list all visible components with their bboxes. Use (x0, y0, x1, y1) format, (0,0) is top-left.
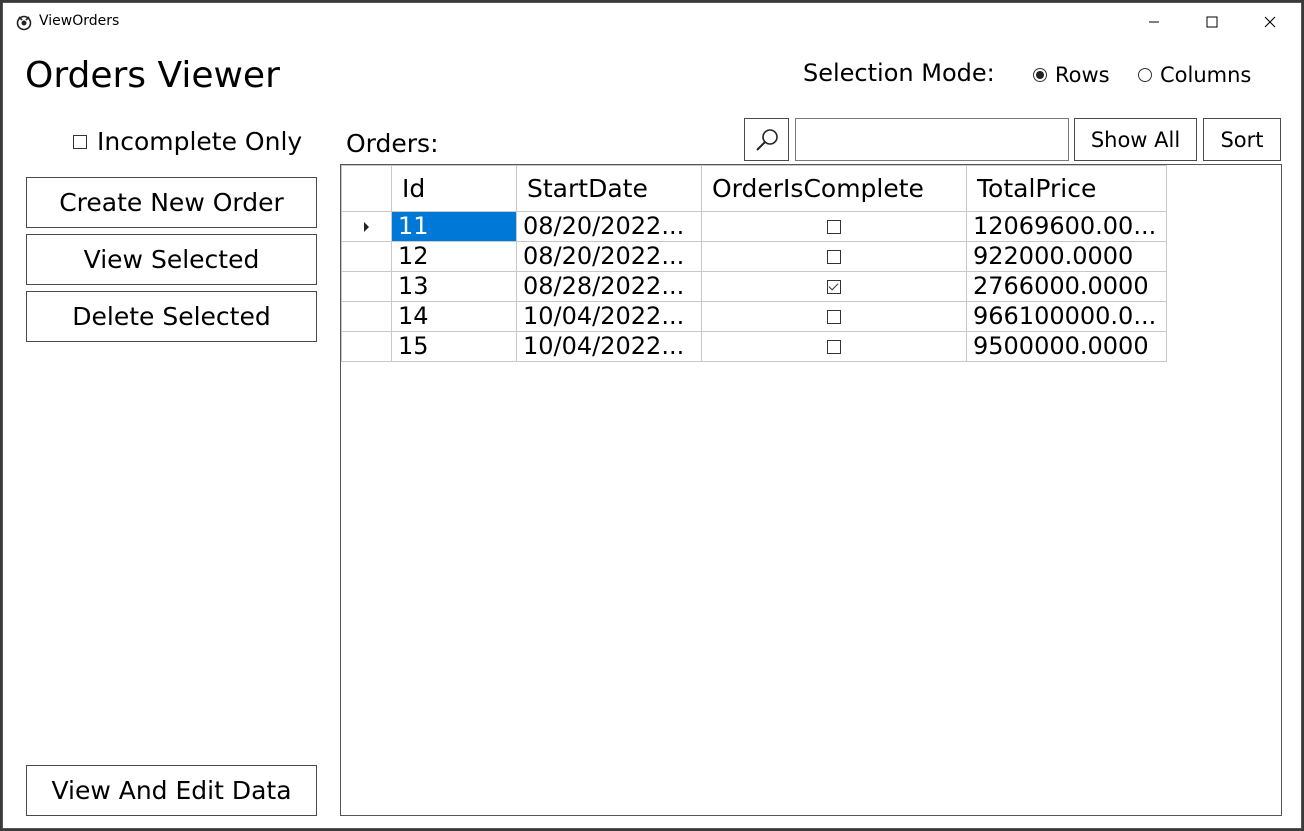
radio-rows-label: Rows (1055, 63, 1110, 87)
incomplete-only-checkbox[interactable]: Incomplete Only (73, 127, 302, 156)
table-row[interactable]: 14 10/04/2022... 966100000.0... (341, 301, 1167, 332)
create-new-order-button[interactable]: Create New Order (26, 177, 317, 228)
title-bar: ViewOrders (3, 3, 1301, 41)
window-title: ViewOrders (39, 13, 120, 29)
cell-totalprice[interactable]: 12069600.00... (966, 211, 1167, 242)
search-input[interactable] (795, 118, 1069, 161)
cell-orderiscomplete[interactable] (701, 331, 967, 362)
current-row-icon (364, 222, 369, 232)
page-title: Orders Viewer (25, 55, 280, 96)
maximize-icon (1206, 16, 1218, 28)
app-icon (15, 13, 33, 31)
show-all-button[interactable]: Show All (1074, 118, 1197, 161)
close-icon (1264, 16, 1276, 28)
cell-startdate[interactable]: 10/04/2022... (516, 301, 702, 332)
selection-mode-label: Selection Mode: (803, 59, 995, 87)
cell-id[interactable]: 14 (391, 301, 517, 332)
close-button[interactable] (1241, 3, 1299, 41)
cell-id[interactable]: 13 (391, 271, 517, 302)
cell-orderiscomplete[interactable] (701, 301, 967, 332)
complete-checkbox[interactable] (827, 310, 841, 324)
column-header-orderiscomplete[interactable]: OrderIsComplete (701, 165, 967, 212)
view-selected-button[interactable]: View Selected (26, 234, 317, 285)
complete-checkbox[interactable] (827, 220, 841, 234)
table-row[interactable]: 12 08/20/2022... 922000.0000 (341, 241, 1167, 272)
radio-rows[interactable]: Rows (1033, 63, 1110, 87)
table-row[interactable]: 15 10/04/2022... 9500000.0000 (341, 331, 1167, 362)
row-header[interactable] (341, 331, 392, 362)
cell-startdate[interactable]: 08/20/2022... (516, 241, 702, 272)
row-header[interactable] (341, 301, 392, 332)
table-row[interactable]: 11 08/20/2022... 12069600.00... (341, 211, 1167, 242)
incomplete-only-box[interactable] (73, 134, 87, 149)
maximize-button[interactable] (1183, 3, 1241, 41)
delete-selected-button[interactable]: Delete Selected (26, 291, 317, 342)
cell-id[interactable]: 11 (391, 211, 517, 242)
cell-startdate[interactable]: 08/20/2022... (516, 211, 702, 242)
incomplete-only-label: Incomplete Only (97, 127, 303, 156)
view-and-edit-data-button[interactable]: View And Edit Data (26, 765, 317, 816)
table-row[interactable]: 13 08/28/2022... 2766000.0000 (341, 271, 1167, 302)
cell-totalprice[interactable]: 2766000.0000 (966, 271, 1167, 302)
row-header[interactable] (341, 211, 392, 242)
search-icon (755, 128, 778, 151)
orders-grid[interactable]: Id StartDate OrderIsComplete TotalPrice … (340, 164, 1282, 816)
row-header[interactable] (341, 241, 392, 272)
cell-startdate[interactable]: 10/04/2022... (516, 331, 702, 362)
column-header-totalprice[interactable]: TotalPrice (966, 165, 1167, 212)
radio-columns-indicator[interactable] (1138, 68, 1152, 82)
orders-label: Orders: (346, 129, 439, 158)
header-row: Id StartDate OrderIsComplete TotalPrice (341, 165, 1167, 212)
cell-totalprice[interactable]: 9500000.0000 (966, 331, 1167, 362)
radio-columns[interactable]: Columns (1138, 63, 1251, 87)
sort-button[interactable]: Sort (1203, 118, 1281, 161)
cell-totalprice[interactable]: 966100000.0... (966, 301, 1167, 332)
orders-table: Id StartDate OrderIsComplete TotalPrice … (341, 165, 1167, 362)
column-header-id[interactable]: Id (391, 165, 517, 212)
cell-orderiscomplete[interactable] (701, 211, 967, 242)
complete-checkbox[interactable] (827, 340, 841, 354)
row-header[interactable] (341, 271, 392, 302)
main-window: ViewOrders Orders Viewer Selection Mode:… (2, 2, 1302, 829)
radio-columns-label: Columns (1160, 63, 1252, 87)
column-header-startdate[interactable]: StartDate (516, 165, 702, 212)
complete-checkbox[interactable] (827, 280, 841, 294)
minimize-icon (1149, 21, 1159, 23)
cell-orderiscomplete[interactable] (701, 241, 967, 272)
search-button[interactable] (744, 118, 789, 161)
cell-id[interactable]: 12 (391, 241, 517, 272)
minimize-button[interactable] (1125, 3, 1183, 41)
row-header-corner (341, 165, 392, 212)
cell-totalprice[interactable]: 922000.0000 (966, 241, 1167, 272)
cell-orderiscomplete[interactable] (701, 271, 967, 302)
complete-checkbox[interactable] (827, 250, 841, 264)
radio-rows-indicator[interactable] (1033, 68, 1047, 82)
cell-startdate[interactable]: 08/28/2022... (516, 271, 702, 302)
cell-id[interactable]: 15 (391, 331, 517, 362)
